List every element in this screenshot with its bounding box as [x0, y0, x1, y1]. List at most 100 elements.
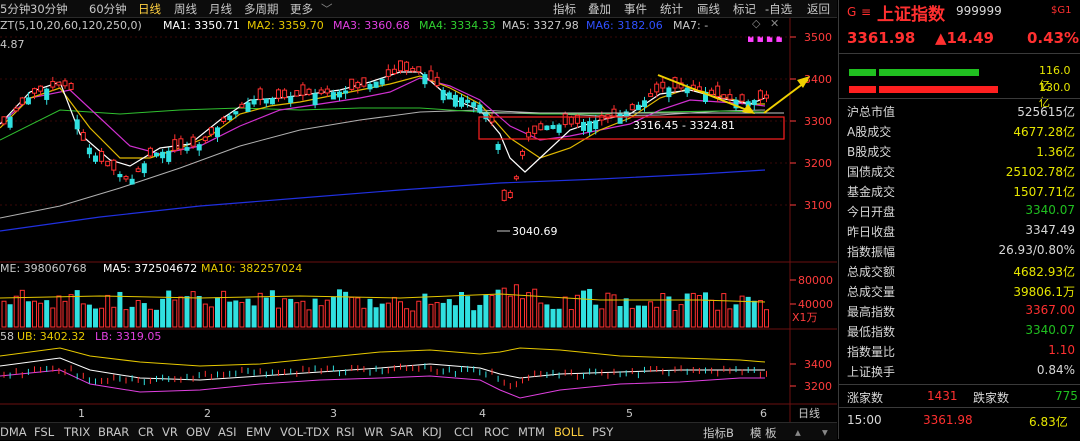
indicator-tab-cci[interactable]: CCI: [454, 425, 473, 439]
menu-draw[interactable]: 画线: [697, 1, 720, 17]
indicator-tab-fsl[interactable]: FSL: [34, 425, 54, 439]
candle: [25, 97, 31, 105]
menu-overlay[interactable]: 叠加: [588, 1, 611, 17]
index-name: 上证指数: [877, 5, 945, 25]
indicator-tab-trix[interactable]: TRIX: [64, 425, 90, 439]
menu-events[interactable]: 事件: [624, 1, 647, 17]
indicator-tab-vol-tdx[interactable]: VOL-TDX: [280, 425, 330, 439]
support-zone-label: 3316.45 - 3324.81: [633, 119, 735, 132]
indicator-tab-boll[interactable]: BOLL: [554, 425, 584, 439]
quote-row-value: 3340.07: [1025, 323, 1075, 337]
menu-mark[interactable]: 标记: [733, 1, 756, 17]
quote-row: 国债成交 25102.78亿: [847, 163, 1075, 183]
volume-bar: [642, 305, 647, 328]
kline-chart[interactable]: 3500 3400 3300 3200 3100 80000 40000 X1万…: [0, 18, 837, 422]
volume-bar: [38, 302, 44, 328]
indicator-tab-vr[interactable]: VR: [162, 425, 178, 439]
volume-bar: [703, 292, 708, 328]
volume-bar: [337, 289, 342, 328]
indicator-tab-emv[interactable]: EMV: [246, 425, 271, 439]
volume-bar: [294, 302, 300, 328]
chevron-down-icon[interactable]: ﹀: [321, 1, 333, 17]
candle: [324, 88, 330, 94]
indicator-tab-asi[interactable]: ASI: [218, 425, 237, 439]
candle: [642, 100, 647, 107]
volume-bar: [306, 309, 312, 328]
candle: [44, 88, 50, 100]
period-more[interactable]: 更多: [290, 1, 313, 17]
volume-bar: [263, 297, 269, 328]
indicator-tab-psy[interactable]: PSY: [592, 425, 613, 439]
x-label-6: 6: [760, 407, 767, 420]
menu-stats[interactable]: 统计: [660, 1, 683, 17]
volume-bar: [178, 296, 184, 328]
indicator-tab-cr[interactable]: CR: [138, 425, 154, 439]
candle: [355, 81, 361, 89]
volume-bar: [538, 302, 544, 328]
volume-bar: [465, 296, 471, 328]
candle: [288, 96, 294, 103]
volume-bar: [373, 307, 379, 328]
quote-row: 基金成交 1507.71亿: [847, 183, 1075, 203]
vol-unit: X1万: [792, 311, 818, 324]
quote-row: 昨日收盘 3347.49: [847, 223, 1075, 243]
period-weekly[interactable]: 周线: [174, 1, 197, 17]
volume-bar: [477, 304, 483, 328]
volume-bar: [428, 303, 434, 328]
volume-bar: [7, 304, 13, 328]
quote-row-value: 3347.49: [1025, 223, 1075, 237]
candle: [556, 124, 562, 133]
x-label-4: 4: [479, 407, 486, 420]
indicator-tab-brar[interactable]: BRAR: [98, 425, 129, 439]
indicator-tab-kdj[interactable]: KDJ: [422, 425, 442, 439]
volume-bar: [574, 294, 580, 328]
volume-bar: [495, 289, 501, 328]
volume-bar: [123, 309, 129, 328]
period-daily[interactable]: 日线: [138, 1, 161, 17]
indicator-tab-mtm[interactable]: MTM: [518, 425, 545, 439]
x-label-1: 1: [78, 407, 85, 420]
quote-row-label: 沪总市值: [847, 105, 896, 119]
period-60min[interactable]: 60分钟: [89, 1, 127, 17]
volume-bar: [80, 303, 86, 328]
period-5min[interactable]: 5分钟: [0, 1, 30, 17]
candle: [367, 84, 373, 90]
period-30min[interactable]: 30分钟: [30, 1, 68, 17]
period-multi[interactable]: 多周期: [244, 1, 279, 17]
indicator-tab-wr[interactable]: WR: [364, 425, 383, 439]
menu-watchlist[interactable]: -自选: [765, 1, 792, 17]
indicator-tab-obv[interactable]: OBV: [186, 425, 210, 439]
chevron-up-icon[interactable]: ▴: [795, 425, 801, 439]
volume-bar: [166, 290, 172, 328]
chevron-down-icon[interactable]: ▾: [822, 425, 828, 439]
candle: [269, 98, 275, 105]
candle: [495, 144, 501, 150]
tick-amount: 6.83亿: [1029, 415, 1068, 429]
candle: [93, 155, 98, 162]
candle: [68, 83, 74, 90]
indicator-tab-roc[interactable]: ROC: [484, 425, 509, 439]
indicator-tab-rsi[interactable]: RSI: [336, 425, 355, 439]
period-monthly[interactable]: 月线: [209, 1, 232, 17]
quote-row-value: 26.93/0.80%: [998, 243, 1075, 257]
candle: [465, 99, 471, 103]
candle: [147, 147, 153, 157]
volume-bar: [233, 300, 239, 328]
indicator-tab-sar[interactable]: SAR: [390, 425, 413, 439]
boll-tick-3400: 3400: [804, 358, 832, 371]
volume-bar: [623, 298, 629, 328]
menu-back[interactable]: 返回: [807, 1, 830, 17]
indicator-bar: DMA FSL TRIX BRAR CR VR OBV ASI EMV VOL-TDX RSI WR S…: [0, 422, 837, 440]
volume-bar: [117, 291, 123, 328]
candle: [739, 94, 745, 102]
indicator-tab-dma[interactable]: DMA: [0, 425, 27, 439]
candle: [172, 139, 178, 151]
volume-bar: [86, 304, 92, 328]
candle: [434, 76, 440, 87]
volume-bar: [629, 307, 635, 328]
menu-indicator[interactable]: 指标: [553, 1, 576, 17]
candle: [459, 97, 464, 107]
volume-bar: [19, 289, 25, 328]
volume-bar: [672, 309, 678, 328]
candle: [422, 74, 428, 85]
